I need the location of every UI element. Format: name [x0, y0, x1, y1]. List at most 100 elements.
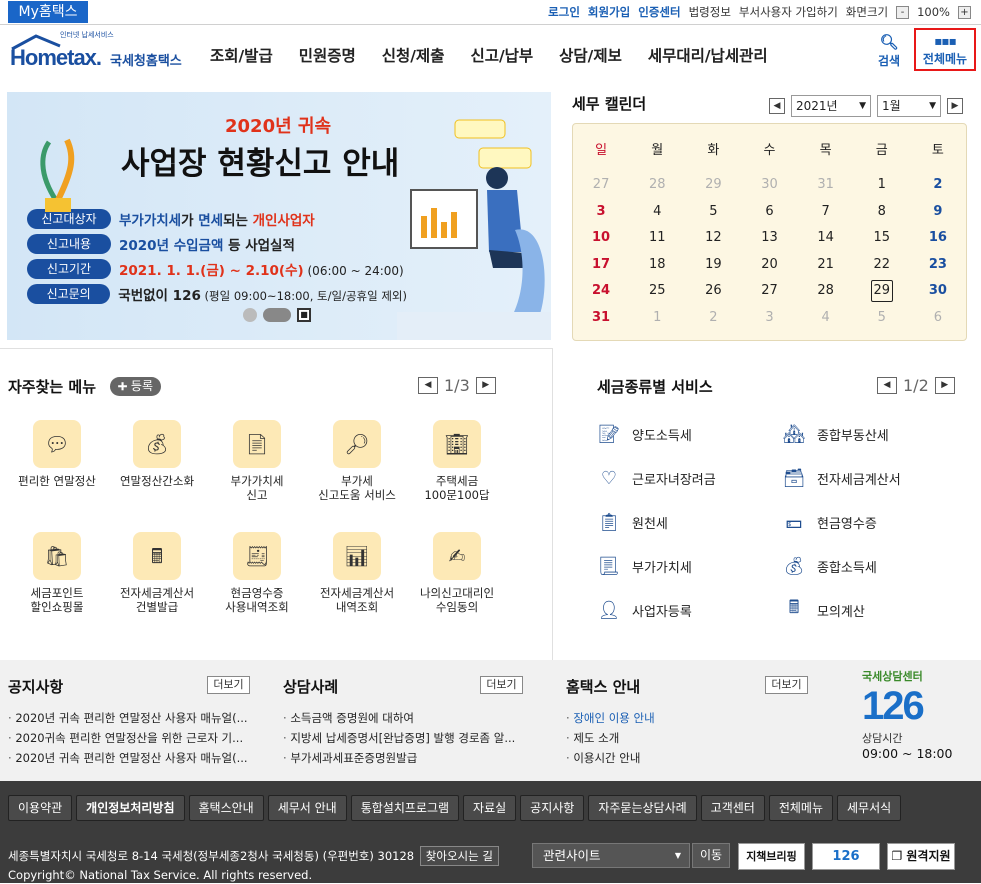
- banner-dot-active[interactable]: [263, 308, 291, 322]
- prev-month-button[interactable]: ◀: [769, 98, 785, 114]
- footer-link[interactable]: 전체메뉴: [768, 795, 834, 821]
- remote-support-button[interactable]: ❐ 원격지원: [887, 843, 955, 870]
- guide-item[interactable]: 제도 소개: [566, 728, 655, 748]
- taxservice-item[interactable]: 💵︎ 현금영수증: [781, 510, 877, 534]
- hometax-logo[interactable]: 인터넷 납세서비스 Hometax. 국세청홈택스: [8, 31, 188, 72]
- nav-inquiry[interactable]: 조회/발급: [210, 44, 273, 66]
- calendar-day[interactable]: 5: [685, 199, 741, 226]
- calendar-day[interactable]: 26: [685, 278, 741, 305]
- zoom-in-button[interactable]: +: [958, 5, 971, 19]
- footer-link[interactable]: 공지사항: [520, 795, 585, 821]
- favorite-item[interactable]: 🧾︎ 현금영수증 사용내역조회: [207, 532, 307, 614]
- login-link[interactable]: 로그인: [548, 4, 580, 20]
- calendar-day[interactable]: 24: [573, 278, 629, 305]
- calendar-day[interactable]: 28: [798, 278, 854, 305]
- calendar-day[interactable]: 19: [685, 252, 741, 279]
- notice-item[interactable]: 2020귀속 편리한 연말정산을 위한 근로자 기...: [8, 728, 248, 748]
- calendar-day[interactable]: 9: [910, 199, 966, 226]
- calendar-day[interactable]: 10: [573, 225, 629, 252]
- add-favorite-button[interactable]: ➕︎ 등록: [110, 377, 161, 396]
- taxservice-item[interactable]: 🗃︎ 전자세금계산서: [781, 466, 901, 490]
- favorite-item[interactable]: 🏢︎ 주택세금 100문100답: [407, 420, 507, 502]
- favorite-item[interactable]: 🛍︎ 세금포인트 할인쇼핑몰: [7, 532, 107, 614]
- next-month-button[interactable]: ▶: [947, 98, 963, 114]
- calendar-day[interactable]: 27: [573, 172, 629, 199]
- case-item[interactable]: 소득금액 증명원에 대하여: [283, 708, 515, 728]
- calendar-day[interactable]: 20: [741, 252, 797, 279]
- calendar-day[interactable]: 2: [685, 305, 741, 332]
- calendar-day[interactable]: 12: [685, 225, 741, 252]
- favorites-prev-button[interactable]: ◀: [418, 377, 438, 394]
- guide-item[interactable]: 이용시간 안내: [566, 748, 655, 768]
- calendar-day[interactable]: 6: [910, 305, 966, 332]
- zoom-out-button[interactable]: -: [896, 5, 910, 19]
- calendar-day[interactable]: 25: [629, 278, 685, 305]
- taxservice-prev-button[interactable]: ◀: [877, 377, 897, 394]
- calendar-day[interactable]: 21: [798, 252, 854, 279]
- calendar-day[interactable]: 27: [741, 278, 797, 305]
- pause-icon[interactable]: ■: [297, 308, 311, 322]
- calendar-day[interactable]: 31: [573, 305, 629, 332]
- calendar-day[interactable]: 28: [629, 172, 685, 199]
- search-button[interactable]: 🔍︎ 검색: [872, 34, 906, 69]
- footer-link[interactable]: 이용약관: [8, 795, 73, 821]
- favorites-next-button[interactable]: ▶: [475, 377, 496, 394]
- favorite-item[interactable]: 💰︎ 연말정산간소화: [107, 420, 207, 488]
- calendar-day[interactable]: 8: [854, 199, 910, 226]
- calendar-day[interactable]: 30: [910, 278, 966, 305]
- calendar-day[interactable]: 1: [629, 305, 685, 332]
- calendar-day[interactable]: 29: [854, 278, 910, 305]
- taxservice-next-button[interactable]: ▶: [934, 377, 955, 394]
- go-button[interactable]: 이동: [692, 843, 730, 868]
- calendar-day[interactable]: 14: [798, 225, 854, 252]
- briefing-link[interactable]: 지책브리핑: [738, 843, 805, 870]
- footer-link[interactable]: 고객센터: [700, 795, 765, 821]
- taxservice-item[interactable]: 🖩︎ 모의계산: [781, 597, 865, 622]
- taxservice-item[interactable]: 📃︎ 부가가치세: [596, 554, 692, 578]
- calendar-day[interactable]: 13: [741, 225, 797, 252]
- case-item[interactable]: 부가세과세표준증명원발급: [283, 748, 515, 768]
- calendar-day[interactable]: 17: [573, 252, 629, 279]
- calendar-day[interactable]: 2: [910, 172, 966, 199]
- nav-consult[interactable]: 상담/제보: [559, 44, 622, 66]
- notice-item[interactable]: 2020년 귀속 편리한 연말정산 사용자 매뉴얼(...: [8, 708, 247, 728]
- related-site-select[interactable]: 관련사이트 ▼: [532, 843, 690, 868]
- footer-link[interactable]: 개인정보처리방침: [76, 795, 185, 821]
- calendar-day[interactable]: 29: [685, 172, 741, 199]
- favorite-item[interactable]: 📄︎ 부가가치세 신고: [207, 420, 307, 502]
- calendar-day[interactable]: 5: [854, 305, 910, 332]
- calendar-day[interactable]: 3: [573, 199, 629, 226]
- footer-link[interactable]: 자주묻는상담사례: [588, 795, 697, 821]
- taxservice-item[interactable]: ♡ 근로자녀장려금: [596, 466, 716, 490]
- calendar-day[interactable]: 30: [741, 172, 797, 199]
- favorite-item[interactable]: ✍︎ 나의신고대리인 수임동의: [407, 532, 507, 614]
- taxservice-item[interactable]: 👤︎ 사업자등록: [596, 598, 692, 622]
- cases-more-button[interactable]: 더보기: [480, 676, 523, 694]
- promo-banner[interactable]: 2020년 귀속 사업장 현황신고 안내 신고대상자 부가가치세가 면세되는 개…: [7, 92, 551, 340]
- calendar-day[interactable]: 23: [910, 252, 966, 279]
- footer-link[interactable]: 세무서 안내: [267, 795, 347, 821]
- banner-dot[interactable]: [243, 308, 257, 322]
- calendar-day[interactable]: 31: [798, 172, 854, 199]
- calendar-day[interactable]: 16: [910, 225, 966, 252]
- cert-center-link[interactable]: 인증센터: [638, 4, 680, 20]
- notice-item[interactable]: 2020년 귀속 편리한 연말정산 사용자 매뉴얼(...: [8, 748, 247, 768]
- taxservice-item[interactable]: 💰︎ 종합소득세: [781, 554, 877, 578]
- favorite-item[interactable]: 📊︎ 전자세금계산서 내역조회: [307, 532, 407, 614]
- callcenter-banner[interactable]: 국세상담센터 126 상담시간 09:00 ~ 18:00: [862, 668, 972, 773]
- footer-link[interactable]: 통합설치프로그램: [350, 795, 460, 821]
- guide-more-button[interactable]: 더보기: [765, 676, 808, 694]
- taxservice-item[interactable]: 📋︎ 원천세: [596, 510, 668, 534]
- calendar-day[interactable]: 22: [854, 252, 910, 279]
- favorite-item[interactable]: 🖩︎ 전자세금계산서 건별발급: [107, 532, 207, 614]
- footer-link[interactable]: 자료실: [463, 795, 517, 821]
- footer-link[interactable]: 홈택스안내: [188, 795, 264, 821]
- guide-item[interactable]: 장애인 이용 안내: [566, 708, 654, 728]
- nav-certificates[interactable]: 민원증명: [299, 44, 356, 66]
- calendar-day[interactable]: 18: [629, 252, 685, 279]
- calendar-day[interactable]: 3: [741, 305, 797, 332]
- case-item[interactable]: 지방세 납세증명서[완납증명] 발행 경로좀 알...: [283, 728, 515, 748]
- calendar-day[interactable]: 7: [798, 199, 854, 226]
- favorite-item[interactable]: 💬︎ 편리한 연말정산: [7, 420, 107, 488]
- calendar-day[interactable]: 11: [629, 225, 685, 252]
